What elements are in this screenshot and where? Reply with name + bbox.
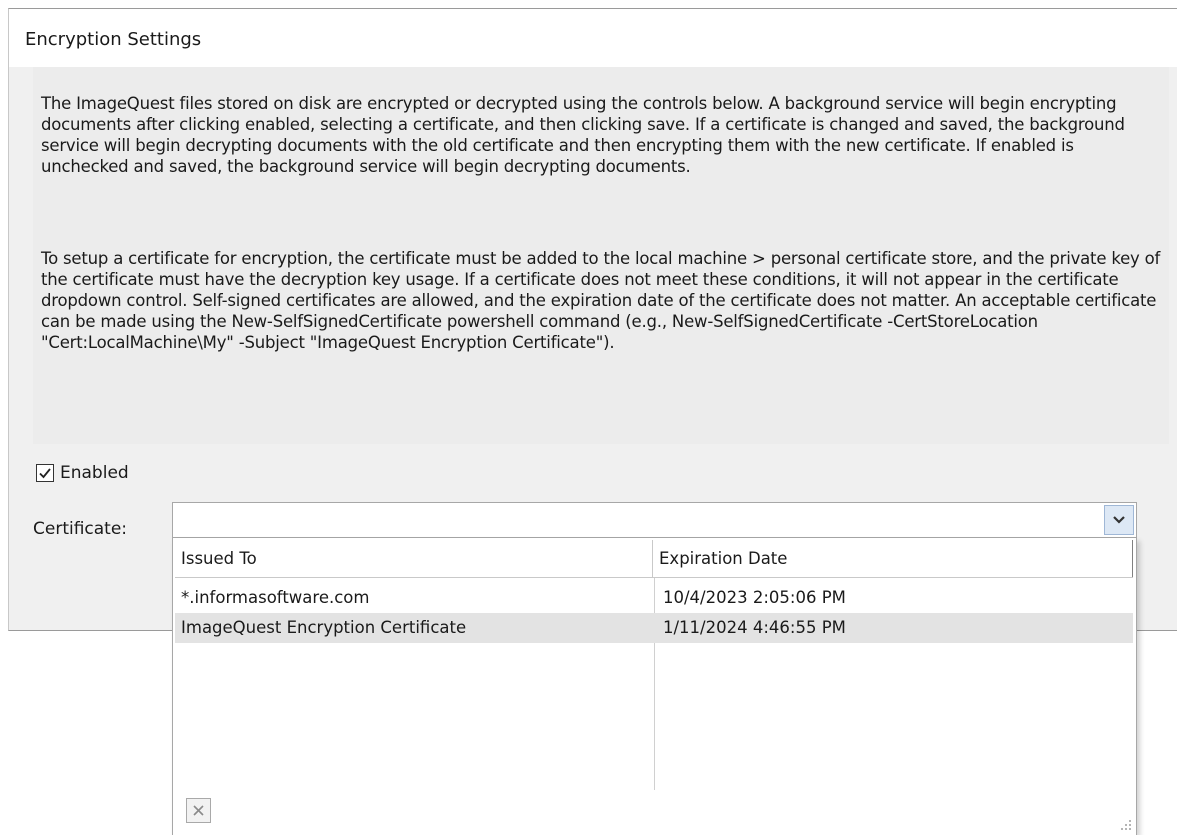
checkmark-icon <box>39 468 51 479</box>
certificate-dropdown-popup: Issued To Expiration Date *.informasoftw… <box>172 538 1137 835</box>
table-row[interactable]: ImageQuest Encryption Certificate 1/11/2… <box>175 613 1133 643</box>
checkbox-box[interactable] <box>36 464 54 482</box>
description-paragraph: To setup a certificate for encryption, t… <box>41 249 1161 352</box>
chevron-down-icon <box>1113 516 1125 524</box>
grid-header: Issued To Expiration Date <box>175 540 1133 578</box>
cell-expiration-date: 10/4/2023 2:05:06 PM <box>663 588 846 607</box>
certificate-label: Certificate: <box>33 519 128 539</box>
column-header-expiration-date[interactable]: Expiration Date <box>653 540 1133 577</box>
table-row[interactable]: *.informasoftware.com 10/4/2023 2:05:06 … <box>175 583 1133 613</box>
dropdown-button[interactable] <box>1104 505 1134 535</box>
cell-issued-to: *.informasoftware.com <box>181 588 370 607</box>
panel-title: Encryption Settings <box>25 29 202 50</box>
screen: Encryption Settings The ImageQuest files… <box>0 0 1177 835</box>
enabled-label: Enabled <box>60 463 129 483</box>
column-header-issued-to[interactable]: Issued To <box>175 540 653 577</box>
certificate-dropdown[interactable] <box>172 502 1137 538</box>
cell-issued-to: ImageQuest Encryption Certificate <box>181 618 467 637</box>
cell-expiration-date: 1/11/2024 4:46:55 PM <box>663 618 846 637</box>
panel-header: Encryption Settings <box>9 9 1177 67</box>
close-icon <box>193 805 204 816</box>
description-box: The ImageQuest files stored on disk are … <box>33 67 1169 444</box>
resize-grip-icon[interactable] <box>1120 819 1132 831</box>
enabled-checkbox[interactable]: Enabled <box>36 461 129 485</box>
description-paragraph: The ImageQuest files stored on disk are … <box>41 94 1125 176</box>
clear-button[interactable] <box>186 798 211 823</box>
